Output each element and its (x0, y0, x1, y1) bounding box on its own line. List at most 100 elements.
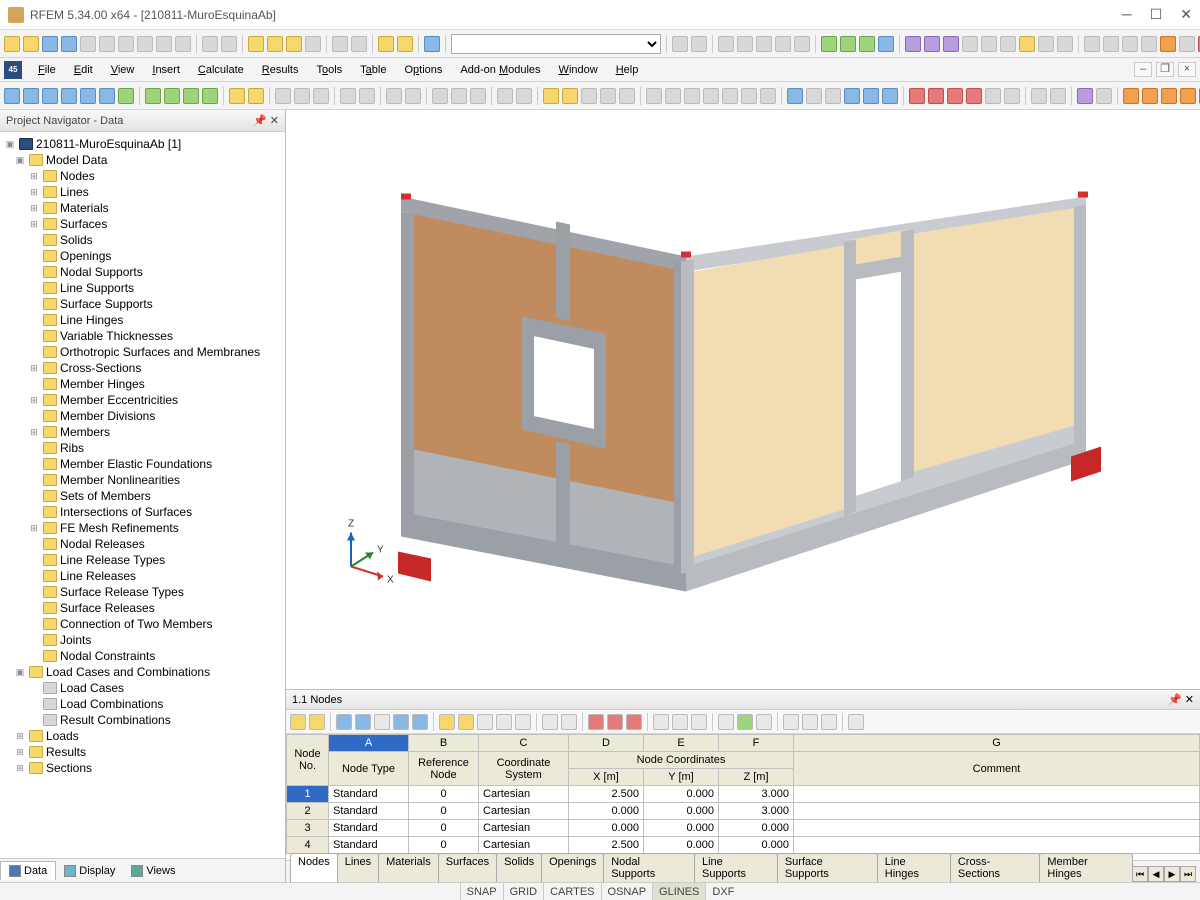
tt-5-icon[interactable] (374, 714, 390, 730)
nav-tab-display[interactable]: Display (56, 862, 123, 880)
tt-16-icon[interactable] (607, 714, 623, 730)
table-pin-icon[interactable]: 📌 ✕ (1168, 693, 1194, 706)
table-row[interactable]: 4 Standard 0 Cartesian 2.500 0.000 0.000 (287, 837, 1200, 854)
mdi-close-button[interactable]: × (1178, 62, 1196, 77)
tree-item[interactable]: ⊞FE Mesh Refinements (0, 520, 285, 536)
tree-item[interactable]: Member Divisions (0, 408, 285, 424)
tree-item[interactable]: Nodal Constraints (0, 648, 285, 664)
box-3-icon[interactable] (882, 88, 898, 104)
surface-icon[interactable] (61, 88, 77, 104)
support-4-icon[interactable] (775, 36, 791, 52)
tree-load-section[interactable]: Load Cases and Combinations (46, 665, 210, 679)
trans-4-icon[interactable] (703, 88, 719, 104)
nav-tab-views[interactable]: Views (123, 862, 183, 880)
model-viewport[interactable]: X Y Z (286, 110, 1200, 690)
view-cube-2-icon[interactable] (359, 88, 375, 104)
redo-icon[interactable] (221, 36, 237, 52)
tree-item[interactable]: ⊞Loads (0, 728, 285, 744)
zoom-window-icon[interactable] (267, 36, 283, 52)
sup-6-icon[interactable] (1004, 88, 1020, 104)
menu-options[interactable]: Options (396, 62, 450, 78)
align-2-icon[interactable] (562, 88, 578, 104)
box-1-icon[interactable] (844, 88, 860, 104)
table-tab[interactable]: Line Supports (694, 853, 778, 882)
open-file-icon[interactable] (23, 36, 39, 52)
table-tab[interactable]: Surfaces (438, 853, 497, 882)
edit-5-icon[interactable] (516, 88, 532, 104)
tree-item[interactable]: Line Hinges (0, 312, 285, 328)
mesh-1-icon[interactable] (145, 88, 161, 104)
pan-icon[interactable] (305, 36, 321, 52)
tt-9-icon[interactable] (458, 714, 474, 730)
tt-15-icon[interactable] (588, 714, 604, 730)
support-3-icon[interactable] (756, 36, 772, 52)
tree-item[interactable]: ⊞Lines (0, 184, 285, 200)
save-icon[interactable] (42, 36, 58, 52)
save-all-icon[interactable] (61, 36, 77, 52)
fe-8-icon[interactable] (1038, 36, 1054, 52)
view-cube-1-icon[interactable] (340, 88, 356, 104)
tree-item[interactable]: Joints (0, 632, 285, 648)
calc-5-icon[interactable] (1160, 36, 1176, 52)
status-osnap[interactable]: OSNAP (601, 883, 653, 900)
nav-first-icon[interactable] (672, 36, 688, 52)
table-tab[interactable]: Line Hinges (877, 853, 951, 882)
table-tab[interactable]: Lines (337, 853, 379, 882)
chk-4-icon[interactable] (1180, 88, 1196, 104)
view-cube-4-icon[interactable] (405, 88, 421, 104)
tt-23-icon[interactable] (756, 714, 772, 730)
trans-1-icon[interactable] (646, 88, 662, 104)
menu-help[interactable]: Help (608, 62, 647, 78)
details-icon[interactable] (397, 36, 413, 52)
sup-3-icon[interactable] (947, 88, 963, 104)
tt-18-icon[interactable] (653, 714, 669, 730)
tt-10-icon[interactable] (477, 714, 493, 730)
fe-4-icon[interactable] (962, 36, 978, 52)
tt-3-icon[interactable] (336, 714, 352, 730)
draw-4-icon[interactable] (294, 88, 310, 104)
tt-13-icon[interactable] (542, 714, 558, 730)
table-tab[interactable]: Nodes (290, 853, 338, 882)
select-icon[interactable] (248, 36, 264, 52)
menu-results[interactable]: Results (254, 62, 307, 78)
tree-item[interactable]: Load Combinations (0, 696, 285, 712)
tt-1-icon[interactable] (290, 714, 306, 730)
table-tab[interactable]: Nodal Supports (603, 853, 695, 882)
tree-item[interactable]: Solids (0, 232, 285, 248)
tab-prev-icon[interactable]: ◀ (1148, 866, 1164, 882)
calc-6-icon[interactable] (1179, 36, 1195, 52)
tree-item[interactable]: Variable Thicknesses (0, 328, 285, 344)
tt-2-icon[interactable] (309, 714, 325, 730)
tree-item[interactable]: ⊞Surfaces (0, 216, 285, 232)
tree-item[interactable]: Surface Supports (0, 296, 285, 312)
find-icon[interactable] (787, 88, 803, 104)
tt-8-icon[interactable] (439, 714, 455, 730)
doc1-icon[interactable] (156, 36, 172, 52)
table-view-icon[interactable] (378, 36, 394, 52)
edit-1-icon[interactable] (432, 88, 448, 104)
grid-icon[interactable] (118, 88, 134, 104)
fe-1-icon[interactable] (905, 36, 921, 52)
support-5-icon[interactable] (794, 36, 810, 52)
tree-item[interactable]: Orthotropic Surfaces and Membranes (0, 344, 285, 360)
tree-item[interactable]: Nodal Releases (0, 536, 285, 552)
tree-item[interactable]: Member Hinges (0, 376, 285, 392)
visibility-icon[interactable] (351, 36, 367, 52)
maximize-button[interactable]: ☐ (1150, 6, 1163, 23)
tt-25-icon[interactable] (802, 714, 818, 730)
support-1-icon[interactable] (718, 36, 734, 52)
load-1-icon[interactable] (821, 36, 837, 52)
box-2-icon[interactable] (863, 88, 879, 104)
tree-item[interactable]: Openings (0, 248, 285, 264)
table-tab[interactable]: Surface Supports (777, 853, 878, 882)
tt-24-icon[interactable] (783, 714, 799, 730)
close-button[interactable]: ✕ (1180, 6, 1192, 23)
trans-3-icon[interactable] (684, 88, 700, 104)
tt-19-icon[interactable] (672, 714, 688, 730)
calc-4-icon[interactable] (1141, 36, 1157, 52)
col-A[interactable]: A (329, 735, 409, 752)
tree-item[interactable]: ⊞Materials (0, 200, 285, 216)
member-icon[interactable] (42, 88, 58, 104)
menu-edit[interactable]: Edit (66, 62, 101, 78)
sup-2-icon[interactable] (928, 88, 944, 104)
